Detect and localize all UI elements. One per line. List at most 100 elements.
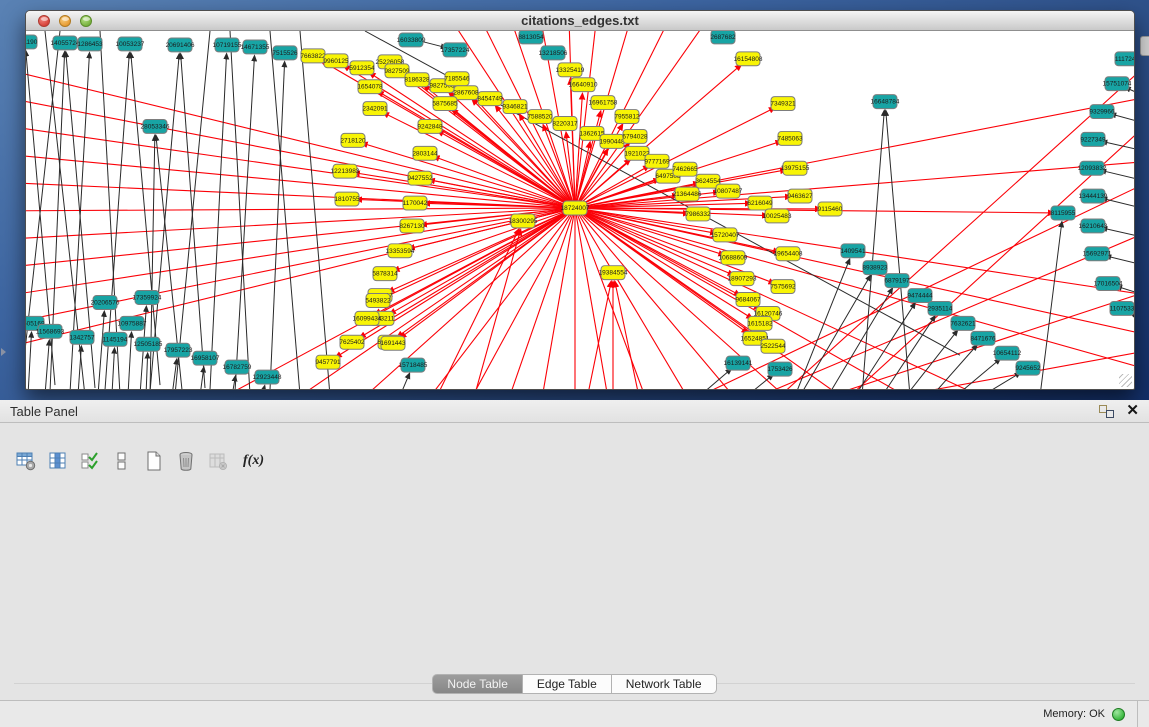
- network-node[interactable]: 12505185: [134, 337, 163, 351]
- network-node[interactable]: 15751074: [1103, 77, 1132, 91]
- network-node[interactable]: 20206576: [91, 296, 120, 310]
- network-svg[interactable]: 1661190140557241286453100532372069140610…: [26, 31, 1134, 389]
- window-titlebar[interactable]: citations_edges.txt: [26, 11, 1134, 31]
- network-node[interactable]: 6216049: [747, 196, 773, 210]
- network-node[interactable]: 16782759: [223, 360, 252, 374]
- network-node[interactable]: 9463627: [787, 189, 813, 203]
- network-node[interactable]: 7485063: [777, 131, 803, 145]
- network-node[interactable]: 9346821: [502, 100, 528, 114]
- network-node[interactable]: 15720407: [711, 228, 740, 242]
- network-node[interactable]: 28053346: [141, 120, 170, 134]
- memory-ok-indicator[interactable]: [1112, 708, 1125, 721]
- network-node[interactable]: 7575692: [770, 280, 796, 294]
- network-node[interactable]: 13975155: [781, 161, 810, 175]
- tab-network-table[interactable]: Network Table: [612, 674, 717, 694]
- network-node[interactable]: 1753426: [767, 362, 793, 376]
- network-node[interactable]: 9427552: [407, 171, 433, 185]
- network-node[interactable]: 18724007: [561, 201, 590, 215]
- network-node[interactable]: 10654112: [993, 346, 1022, 360]
- float-window-icon[interactable]: [1099, 405, 1114, 418]
- network-node[interactable]: 1990448: [599, 134, 625, 148]
- network-node[interactable]: 7632621: [950, 316, 976, 330]
- network-node[interactable]: 5875685: [432, 97, 458, 111]
- network-node[interactable]: 19654408: [774, 247, 803, 261]
- network-node[interactable]: 1691443: [380, 336, 406, 350]
- network-node[interactable]: 6879197: [884, 274, 910, 288]
- network-node[interactable]: 19384554: [599, 266, 628, 280]
- network-node[interactable]: 13218506: [539, 46, 568, 60]
- network-node[interactable]: 16958107: [191, 351, 220, 365]
- network-node[interactable]: 7955812: [614, 110, 640, 124]
- network-node[interactable]: 5912354: [349, 61, 375, 75]
- network-node[interactable]: 7515526: [272, 46, 298, 60]
- column-chooser-icon[interactable]: [111, 450, 133, 472]
- network-node[interactable]: 16648784: [871, 95, 900, 109]
- network-node[interactable]: 7625402: [339, 335, 365, 349]
- network-node[interactable]: 10807487: [714, 184, 743, 198]
- table-settings-icon[interactable]: [15, 450, 37, 472]
- network-node[interactable]: 16139141: [724, 356, 753, 370]
- network-node[interactable]: 5878314: [372, 267, 398, 281]
- network-node[interactable]: 13325419: [556, 63, 585, 77]
- results-panel-edge[interactable]: [1140, 36, 1149, 56]
- network-node[interactable]: 2687682: [710, 31, 736, 44]
- network-node[interactable]: 14671355: [241, 40, 270, 54]
- network-node[interactable]: 12213983: [331, 164, 360, 178]
- network-node[interactable]: 9474444: [907, 289, 933, 303]
- network-node[interactable]: 9777169: [644, 154, 670, 168]
- network-node[interactable]: 17957223: [164, 343, 193, 357]
- network-node[interactable]: 10975887: [118, 316, 147, 330]
- network-node[interactable]: 9329966: [1089, 105, 1115, 119]
- network-node[interactable]: 8267130: [399, 219, 425, 233]
- tab-node-table[interactable]: Node Table: [432, 674, 523, 694]
- network-node[interactable]: 16640910: [569, 78, 598, 92]
- network-node[interactable]: 14055724: [51, 36, 80, 50]
- network-node[interactable]: 9115460: [818, 202, 843, 216]
- network-node[interactable]: 1107533: [1110, 301, 1134, 315]
- network-node[interactable]: 8115955: [1051, 206, 1076, 220]
- network-node[interactable]: 18300295: [509, 214, 538, 228]
- network-node[interactable]: 6794028: [622, 129, 648, 143]
- network-node[interactable]: 1409541: [840, 244, 866, 258]
- network-node[interactable]: 2803144: [412, 146, 438, 160]
- window-resize-grip-icon[interactable]: [1119, 374, 1132, 387]
- network-node[interactable]: 20691406: [166, 38, 195, 52]
- network-node[interactable]: 2935114: [928, 301, 953, 315]
- network-node[interactable]: 2718120: [340, 133, 366, 147]
- network-node[interactable]: 12093832: [1078, 161, 1107, 175]
- network-node[interactable]: 9227349: [1080, 132, 1106, 146]
- network-node[interactable]: 7185546: [444, 72, 470, 86]
- tab-edge-table[interactable]: Edge Table: [523, 674, 612, 694]
- network-node[interactable]: 2522544: [760, 339, 786, 353]
- network-node[interactable]: 17016504: [1094, 277, 1123, 291]
- network-node[interactable]: 9242848: [417, 120, 443, 134]
- network-node[interactable]: 2867608: [453, 86, 479, 100]
- network-node[interactable]: 15718485: [399, 358, 428, 372]
- network-node[interactable]: 2342091: [362, 102, 388, 116]
- network-node[interactable]: 7349321: [770, 97, 796, 111]
- network-node[interactable]: 1117243: [1115, 52, 1134, 66]
- network-node[interactable]: 1661190: [26, 35, 38, 49]
- network-node[interactable]: 10053237: [116, 37, 145, 51]
- network-node[interactable]: 1615182: [747, 316, 773, 330]
- network-node[interactable]: 1342757: [69, 330, 95, 344]
- network-node[interactable]: 9960125: [323, 54, 349, 68]
- network-node[interactable]: 16154808: [734, 52, 763, 66]
- network-node[interactable]: 17359924: [133, 291, 162, 305]
- network-node[interactable]: 17357224: [441, 43, 470, 57]
- select-columns-icon[interactable]: [79, 450, 101, 472]
- network-node[interactable]: 1145194: [103, 332, 128, 346]
- network-node[interactable]: 8220317: [552, 117, 578, 131]
- show-columns-icon[interactable]: [47, 450, 69, 472]
- close-panel-icon[interactable]: ✕: [1126, 404, 1139, 418]
- network-node[interactable]: 18907293: [728, 272, 757, 286]
- network-node[interactable]: 8454749: [477, 92, 503, 106]
- network-node[interactable]: 8938923: [862, 261, 888, 275]
- network-node[interactable]: 7986332: [685, 207, 711, 221]
- network-node[interactable]: 1654078: [357, 80, 383, 94]
- network-node[interactable]: 10025483: [763, 209, 792, 223]
- network-canvas[interactable]: 1661190140557241286453100532372069140610…: [26, 31, 1134, 389]
- network-node[interactable]: 11568693: [36, 324, 65, 338]
- network-node[interactable]: 13353594: [386, 244, 415, 258]
- network-view-window[interactable]: citations_edges.txt 16611901405572412864…: [25, 10, 1135, 390]
